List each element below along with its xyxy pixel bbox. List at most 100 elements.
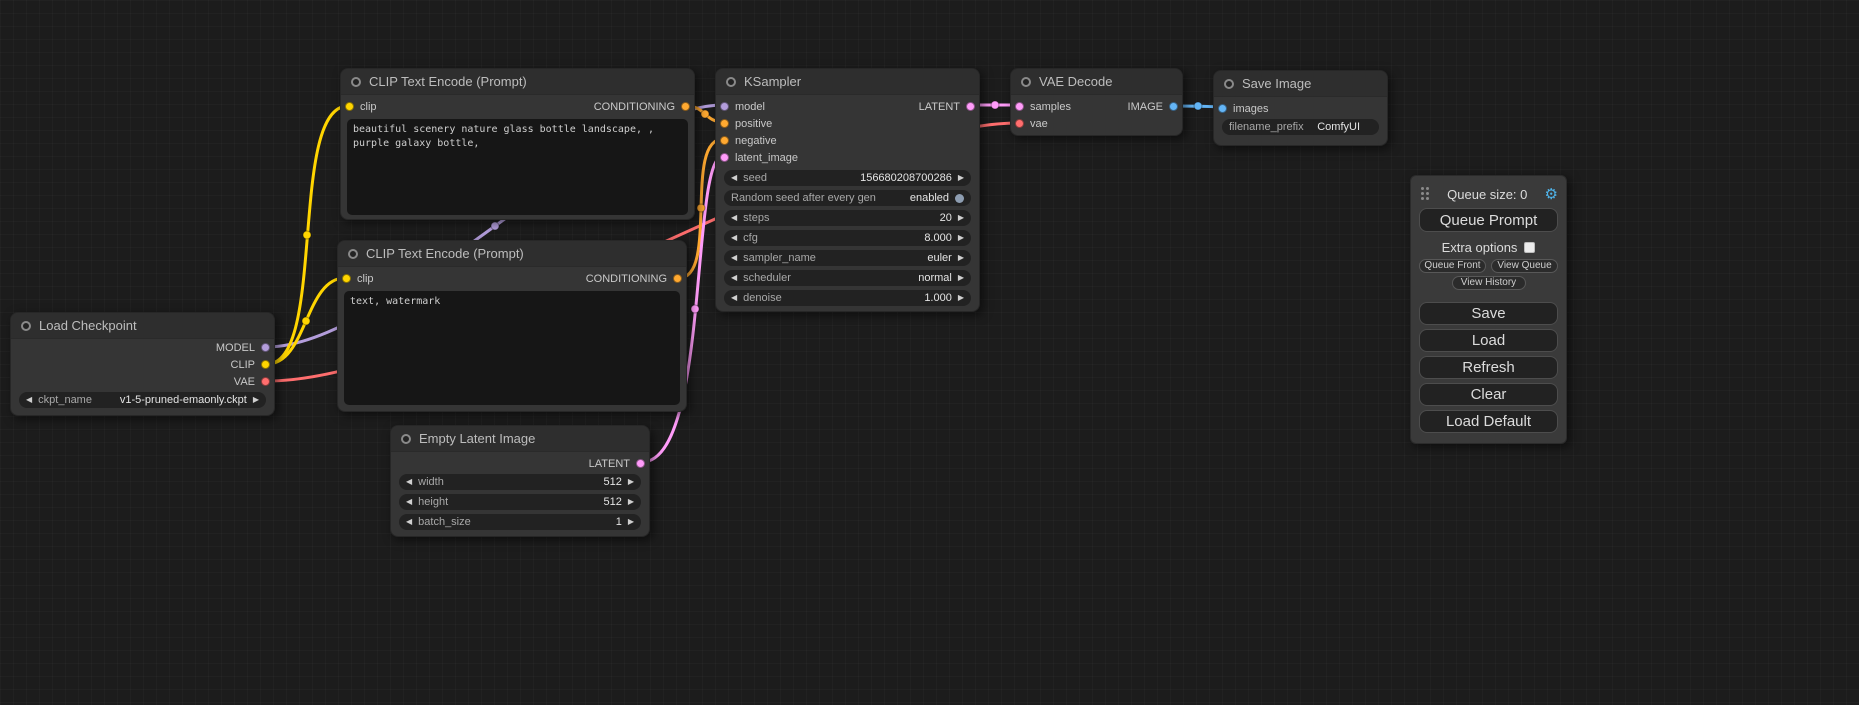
node-title-bar[interactable]: Empty Latent Image [391, 426, 649, 452]
output-port-model[interactable]: MODEL [216, 342, 270, 354]
output-port-conditioning[interactable]: CONDITIONING [594, 101, 690, 113]
decrement-arrow-icon[interactable]: ◀ [406, 498, 412, 506]
node-load-checkpoint[interactable]: Load Checkpoint MODEL CLIP VAE [10, 312, 275, 416]
decrement-arrow-icon[interactable]: ◀ [731, 274, 737, 282]
queue-panel-header[interactable]: Queue size: 0 ⚙ [1419, 182, 1558, 206]
link-midpoint-dot[interactable] [303, 231, 311, 239]
node-save-image[interactable]: Save Image images filename_prefix ComfyU… [1213, 70, 1388, 146]
refresh-button[interactable]: Refresh [1419, 356, 1558, 379]
link-midpoint-dot[interactable] [991, 101, 999, 109]
widget-seed[interactable]: ◀ seed 156680208700286 ▶ [724, 170, 971, 186]
node-ksampler[interactable]: KSampler model LATENT positive [715, 68, 980, 312]
node-clip-text-encode-positive[interactable]: CLIP Text Encode (Prompt) clip CONDITION… [340, 68, 695, 220]
widget-denoise[interactable]: ◀ denoise 1.000 ▶ [724, 290, 971, 306]
node-title-bar[interactable]: Load Checkpoint [11, 313, 274, 339]
latent-port-dot[interactable] [720, 153, 729, 162]
image-port-dot[interactable] [1169, 102, 1178, 111]
collapse-dot[interactable] [351, 77, 361, 87]
input-port-clip[interactable]: clip [345, 101, 377, 113]
widget-sampler-name[interactable]: ◀ sampler_name euler ▶ [724, 250, 971, 266]
link-midpoint-dot[interactable] [701, 110, 709, 118]
vae-port-dot[interactable] [261, 377, 270, 386]
conditioning-port-dot[interactable] [673, 274, 682, 283]
input-port-images[interactable]: images [1218, 103, 1268, 115]
input-port-model[interactable]: model [720, 101, 765, 113]
decrement-arrow-icon[interactable]: ◀ [731, 234, 737, 242]
increment-arrow-icon[interactable]: ▶ [958, 214, 964, 222]
latent-port-dot[interactable] [966, 102, 975, 111]
prompt-textarea[interactable]: beautiful scenery nature glass bottle la… [347, 119, 688, 215]
collapse-dot[interactable] [21, 321, 31, 331]
node-title-bar[interactable]: Save Image [1214, 71, 1387, 97]
extra-options-checkbox[interactable] [1524, 242, 1535, 253]
increment-arrow-icon[interactable]: ▶ [958, 234, 964, 242]
model-port-dot[interactable] [261, 343, 270, 352]
queue-prompt-button[interactable]: Queue Prompt [1419, 208, 1558, 232]
link-midpoint-dot[interactable] [491, 222, 499, 230]
increment-arrow-icon[interactable]: ▶ [958, 174, 964, 182]
toggle-knob[interactable] [955, 194, 964, 203]
input-port-clip[interactable]: clip [342, 273, 374, 285]
model-port-dot[interactable] [720, 102, 729, 111]
input-port-latent-image[interactable]: latent_image [720, 152, 798, 164]
clip-port-dot[interactable] [345, 102, 354, 111]
vae-port-dot[interactable] [1015, 119, 1024, 128]
collapse-dot[interactable] [1224, 79, 1234, 89]
conditioning-port-dot[interactable] [720, 136, 729, 145]
increment-arrow-icon[interactable]: ▶ [628, 498, 634, 506]
decrement-arrow-icon[interactable]: ◀ [406, 518, 412, 526]
widget-width[interactable]: ◀ width 512 ▶ [399, 474, 641, 490]
output-port-clip[interactable]: CLIP [231, 359, 270, 371]
link-midpoint-dot[interactable] [1194, 102, 1202, 110]
widget-height[interactable]: ◀ height 512 ▶ [399, 494, 641, 510]
settings-gear-icon[interactable]: ⚙ [1545, 185, 1558, 203]
decrement-arrow-icon[interactable]: ◀ [731, 294, 737, 302]
node-clip-text-encode-negative[interactable]: CLIP Text Encode (Prompt) clip CONDITION… [337, 240, 687, 412]
load-default-button[interactable]: Load Default [1419, 410, 1558, 433]
widget-steps[interactable]: ◀ steps 20 ▶ [724, 210, 971, 226]
input-port-positive[interactable]: positive [720, 118, 772, 130]
view-history-button[interactable]: View History [1452, 276, 1526, 290]
clip-port-dot[interactable] [342, 274, 351, 283]
node-graph-canvas[interactable]: Load Checkpoint MODEL CLIP VAE [0, 0, 1859, 705]
widget-random-seed-toggle[interactable]: Random seed after every gen enabled [724, 190, 971, 206]
decrement-arrow-icon[interactable]: ◀ [26, 396, 32, 404]
increment-arrow-icon[interactable]: ▶ [628, 518, 634, 526]
increment-arrow-icon[interactable]: ▶ [958, 274, 964, 282]
collapse-dot[interactable] [1021, 77, 1031, 87]
link-midpoint-dot[interactable] [691, 305, 699, 313]
decrement-arrow-icon[interactable]: ◀ [731, 254, 737, 262]
node-title-bar[interactable]: CLIP Text Encode (Prompt) [338, 241, 686, 267]
widget-cfg[interactable]: ◀ cfg 8.000 ▶ [724, 230, 971, 246]
node-title-bar[interactable]: CLIP Text Encode (Prompt) [341, 69, 694, 95]
widget-scheduler[interactable]: ◀ scheduler normal ▶ [724, 270, 971, 286]
clip-port-dot[interactable] [261, 360, 270, 369]
output-port-latent[interactable]: LATENT [919, 101, 975, 113]
decrement-arrow-icon[interactable]: ◀ [731, 214, 737, 222]
node-empty-latent-image[interactable]: Empty Latent Image LATENT ◀ width 512 ▶ … [390, 425, 650, 537]
latent-port-dot[interactable] [636, 459, 645, 468]
load-button[interactable]: Load [1419, 329, 1558, 352]
prompt-textarea[interactable]: text, watermark [344, 291, 680, 405]
decrement-arrow-icon[interactable]: ◀ [406, 478, 412, 486]
queue-front-button[interactable]: Queue Front [1419, 259, 1486, 273]
drag-handle-icon[interactable] [1421, 187, 1430, 201]
input-port-vae[interactable]: vae [1015, 118, 1048, 130]
node-title-bar[interactable]: VAE Decode [1011, 69, 1182, 95]
widget-batch-size[interactable]: ◀ batch_size 1 ▶ [399, 514, 641, 530]
collapse-dot[interactable] [348, 249, 358, 259]
input-port-samples[interactable]: samples [1015, 101, 1071, 113]
conditioning-port-dot[interactable] [681, 102, 690, 111]
latent-port-dot[interactable] [1015, 102, 1024, 111]
collapse-dot[interactable] [726, 77, 736, 87]
node-title-bar[interactable]: KSampler [716, 69, 979, 95]
clear-button[interactable]: Clear [1419, 383, 1558, 406]
decrement-arrow-icon[interactable]: ◀ [731, 174, 737, 182]
output-port-image[interactable]: IMAGE [1128, 101, 1178, 113]
link-midpoint-dot[interactable] [697, 204, 705, 212]
output-port-latent[interactable]: LATENT [589, 458, 645, 470]
view-queue-button[interactable]: View Queue [1491, 259, 1558, 273]
image-port-dot[interactable] [1218, 104, 1227, 113]
increment-arrow-icon[interactable]: ▶ [958, 254, 964, 262]
link-midpoint-dot[interactable] [302, 317, 310, 325]
